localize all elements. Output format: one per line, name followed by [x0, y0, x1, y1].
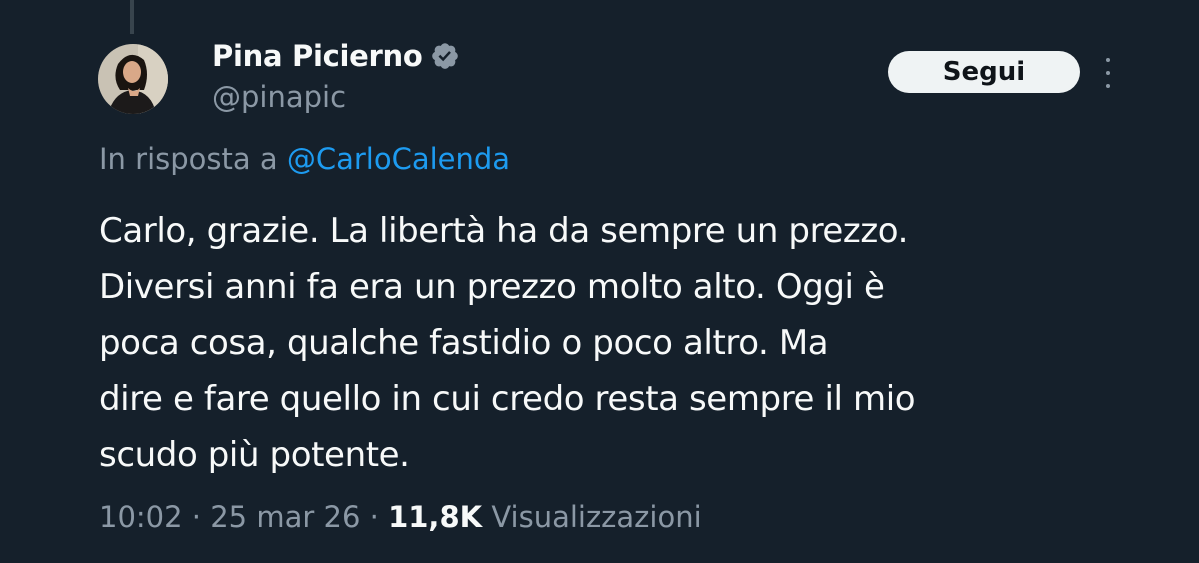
meta-separator: ·	[191, 500, 202, 534]
more-dot	[1106, 84, 1110, 88]
author-block[interactable]: Pina Picierno @pinapic	[212, 34, 460, 114]
avatar[interactable]	[98, 44, 168, 114]
follow-button[interactable]: Segui	[888, 51, 1080, 93]
reply-context: In risposta a @CarloCalenda	[99, 142, 510, 176]
reply-mention-link[interactable]: @CarloCalenda	[287, 142, 510, 176]
more-dot	[1106, 58, 1110, 62]
reply-prefix: In risposta a	[99, 142, 278, 176]
views-count[interactable]: 11,8K	[388, 500, 482, 534]
more-options-icon[interactable]	[1100, 58, 1116, 88]
meta-separator: ·	[369, 500, 379, 534]
thread-connector-line	[130, 0, 134, 34]
views-label: Visualizzazioni	[491, 500, 702, 534]
profile-photo-icon	[98, 44, 168, 114]
tweet-text: Carlo, grazie. La libertà ha da sempre u…	[99, 211, 916, 475]
tweet-time[interactable]: 10:02	[99, 500, 183, 534]
more-dot	[1106, 71, 1110, 75]
verified-badge-icon[interactable]	[430, 41, 460, 71]
author-handle[interactable]: @pinapic	[212, 80, 460, 114]
tweet-date[interactable]: 25 mar 26	[210, 500, 360, 534]
display-name[interactable]: Pina Picierno	[212, 39, 423, 73]
author-name-row: Pina Picierno	[212, 34, 460, 78]
tweet-meta: 10:02 · 25 mar 26 · 11,8K Visualizzazion…	[99, 500, 702, 534]
